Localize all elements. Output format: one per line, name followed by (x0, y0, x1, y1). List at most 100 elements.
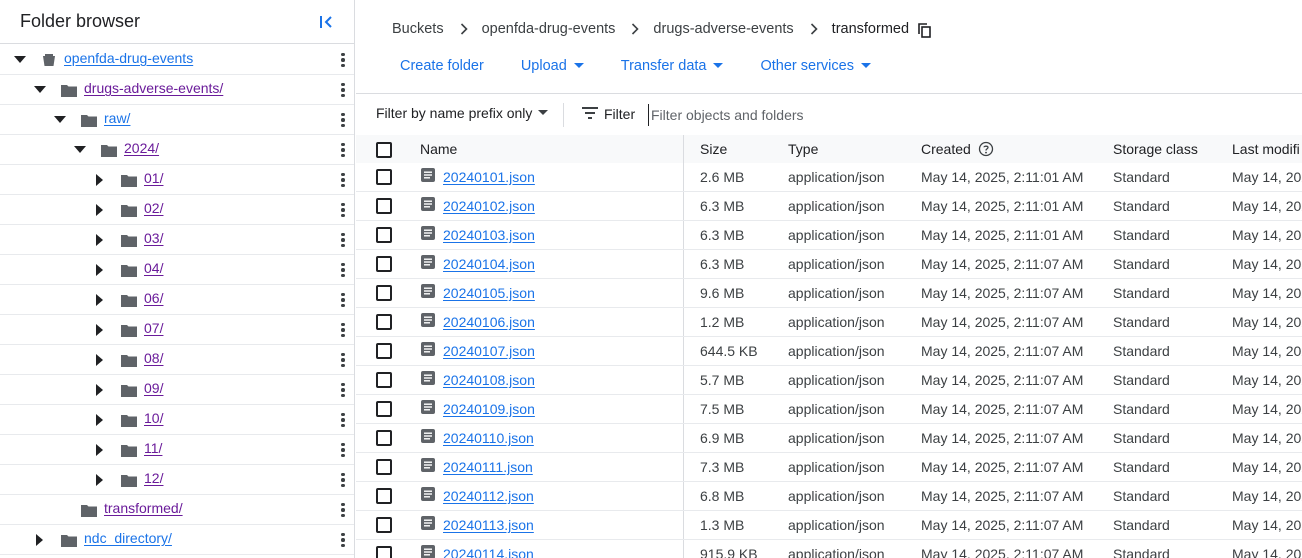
tree-item[interactable]: 04/ (0, 255, 354, 285)
tree-item[interactable]: 07/ (0, 315, 354, 345)
tree-item-label[interactable]: 10/ (144, 410, 163, 426)
row-select-checkbox[interactable] (376, 343, 392, 359)
object-name-link[interactable]: 20240105.json (443, 285, 535, 301)
object-name-link[interactable]: 20240103.json (443, 227, 535, 243)
object-name-link[interactable]: 20240114.json (443, 546, 534, 558)
tree-item[interactable]: transformed/ (0, 495, 354, 525)
other-services-menu-button[interactable]: Other services (760, 58, 871, 74)
object-name-link[interactable]: 20240102.json (443, 198, 535, 214)
chevron-right-icon[interactable] (92, 412, 108, 428)
more-vert-icon[interactable] (337, 410, 349, 430)
chevron-right-icon[interactable] (92, 322, 108, 338)
object-name-link[interactable]: 20240106.json (443, 314, 535, 330)
more-vert-icon[interactable] (337, 260, 349, 280)
row-select-checkbox[interactable] (376, 256, 392, 272)
column-header-created[interactable]: Created (921, 141, 994, 157)
chevron-right-icon[interactable] (92, 472, 108, 488)
tree-item-label[interactable]: openfda-drug-events (64, 50, 193, 66)
filter-input[interactable] (648, 104, 1048, 126)
row-select-checkbox[interactable] (376, 546, 392, 558)
object-name-link[interactable]: 20240112.json (443, 488, 534, 504)
select-all-checkbox[interactable] (376, 142, 392, 158)
breadcrumb-item[interactable]: drugs-adverse-events (653, 21, 793, 37)
tree-item-label[interactable]: 11/ (144, 440, 162, 456)
column-header-storage-class[interactable]: Storage class (1113, 141, 1198, 157)
more-vert-icon[interactable] (337, 320, 349, 340)
breadcrumb-item[interactable]: Buckets (392, 21, 444, 37)
tree-item-label[interactable]: 08/ (144, 350, 163, 366)
tree-item[interactable]: 12/ (0, 465, 354, 495)
chevron-right-icon[interactable] (92, 292, 108, 308)
row-select-checkbox[interactable] (376, 488, 392, 504)
tree-item-label[interactable]: 06/ (144, 290, 163, 306)
tree-item-label[interactable]: drugs-adverse-events/ (84, 80, 223, 96)
chevron-right-icon[interactable] (92, 202, 108, 218)
tree-item-label[interactable]: 07/ (144, 320, 163, 336)
tree-item-label[interactable]: 03/ (144, 230, 163, 246)
tree-item-label[interactable]: 02/ (144, 200, 163, 216)
chevron-right-icon[interactable] (32, 532, 48, 548)
tree-item-label[interactable]: ndc_directory/ (84, 530, 172, 546)
tree-item[interactable]: openfda-drug-events (0, 45, 354, 75)
row-select-checkbox[interactable] (376, 459, 392, 475)
row-select-checkbox[interactable] (376, 198, 392, 214)
breadcrumb-item[interactable]: openfda-drug-events (482, 21, 616, 37)
tree-item[interactable]: 03/ (0, 225, 354, 255)
tree-item[interactable]: 02/ (0, 195, 354, 225)
row-select-checkbox[interactable] (376, 314, 392, 330)
object-name-link[interactable]: 20240107.json (443, 343, 535, 359)
row-select-checkbox[interactable] (376, 401, 392, 417)
row-select-checkbox[interactable] (376, 372, 392, 388)
transfer-data-menu-button[interactable]: Transfer data (621, 58, 724, 74)
column-header-last-modified[interactable]: Last modifi (1232, 141, 1300, 157)
tree-item[interactable]: ndc_directory/ (0, 525, 354, 555)
column-header-name[interactable]: Name (420, 141, 457, 157)
more-vert-icon[interactable] (337, 200, 349, 220)
chevron-right-icon[interactable] (92, 352, 108, 368)
more-vert-icon[interactable] (337, 80, 349, 100)
more-vert-icon[interactable] (337, 350, 349, 370)
more-vert-icon[interactable] (337, 50, 349, 70)
row-select-checkbox[interactable] (376, 227, 392, 243)
chevron-right-icon[interactable] (92, 232, 108, 248)
tree-item-label[interactable]: raw/ (104, 110, 130, 126)
more-vert-icon[interactable] (337, 170, 349, 190)
tree-item[interactable]: 06/ (0, 285, 354, 315)
tree-item-label[interactable]: 01/ (144, 170, 163, 186)
tree-item-label[interactable]: 12/ (144, 470, 163, 486)
upload-menu-button[interactable]: Upload (521, 58, 584, 74)
collapse-panel-icon[interactable] (314, 10, 338, 34)
create-folder-button[interactable]: Create folder (400, 58, 484, 74)
object-name-link[interactable]: 20240111.json (443, 459, 533, 475)
object-name-link[interactable]: 20240104.json (443, 256, 535, 272)
column-header-type[interactable]: Type (788, 141, 818, 157)
row-select-checkbox[interactable] (376, 517, 392, 533)
tree-item-label[interactable]: 09/ (144, 380, 163, 396)
tree-item[interactable]: 2024/ (0, 135, 354, 165)
chevron-right-icon[interactable] (92, 382, 108, 398)
tree-item[interactable]: raw/ (0, 105, 354, 135)
chevron-down-icon[interactable] (52, 112, 68, 128)
more-vert-icon[interactable] (337, 500, 349, 520)
tree-item[interactable]: 10/ (0, 405, 354, 435)
object-name-link[interactable]: 20240108.json (443, 372, 535, 388)
row-select-checkbox[interactable] (376, 169, 392, 185)
row-select-checkbox[interactable] (376, 285, 392, 301)
tree-item[interactable]: drugs-adverse-events/ (0, 75, 354, 105)
more-vert-icon[interactable] (337, 140, 349, 160)
tree-item[interactable]: 08/ (0, 345, 354, 375)
copy-icon[interactable] (918, 23, 931, 38)
more-vert-icon[interactable] (337, 470, 349, 490)
more-vert-icon[interactable] (337, 230, 349, 250)
chevron-right-icon[interactable] (92, 442, 108, 458)
more-vert-icon[interactable] (337, 110, 349, 130)
object-name-link[interactable]: 20240113.json (443, 517, 534, 533)
column-header-size[interactable]: Size (700, 141, 727, 157)
chevron-down-icon[interactable] (32, 82, 48, 98)
tree-item[interactable]: 09/ (0, 375, 354, 405)
tree-item[interactable]: 11/ (0, 435, 354, 465)
chevron-right-icon[interactable] (92, 262, 108, 278)
row-select-checkbox[interactable] (376, 430, 392, 446)
more-vert-icon[interactable] (337, 440, 349, 460)
chevron-down-icon[interactable] (72, 142, 88, 158)
